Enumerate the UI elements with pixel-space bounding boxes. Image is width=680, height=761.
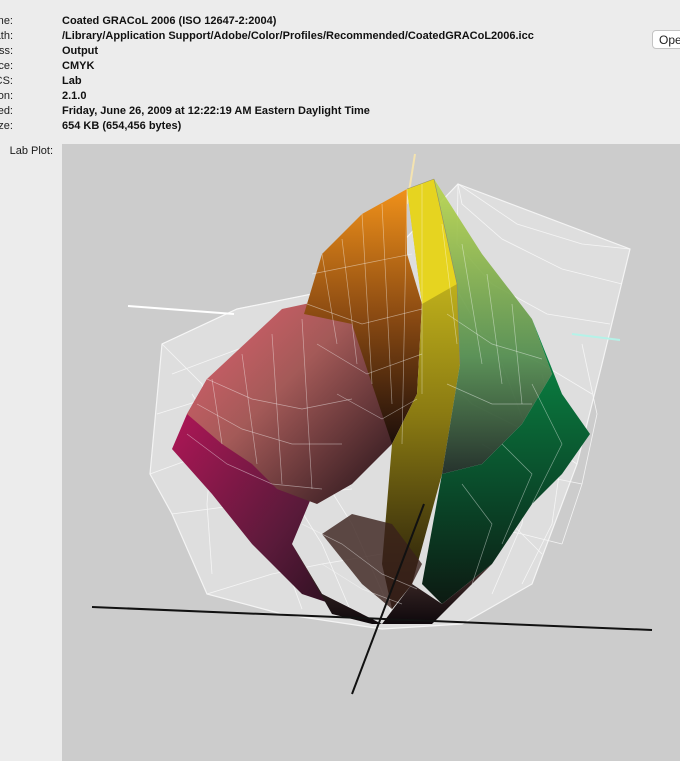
a-axis-negative [127,305,235,315]
version-label: Version: [0,90,13,102]
pcs-value: Lab [62,75,82,87]
class-row: Class: Output [0,45,640,60]
lab-plot-label: Lab Plot: [9,145,53,157]
name-label: Name: [0,15,13,27]
created-row: Created: Friday, June 26, 2009 at 12:22:… [0,105,640,120]
created-label: Created: [0,105,13,117]
created-value: Friday, June 26, 2009 at 12:22:19 AM Eas… [62,105,370,117]
version-row: Version: 2.1.0 [0,90,640,105]
path-row: Path: /Library/Application Support/Adobe… [0,30,640,45]
size-value: 654 KB (654,456 bytes) [62,120,182,132]
version-value: 2.1.0 [62,90,87,102]
space-row: Space: CMYK [0,60,640,75]
pcs-label: PCS: [0,75,13,87]
name-value: Coated GRACoL 2006 (ISO 12647-2:2004) [62,15,277,27]
open-button[interactable]: Ope [652,30,680,49]
space-value: CMYK [62,60,95,72]
lab-plot-canvas[interactable] [62,144,680,761]
class-label: Class: [0,45,13,57]
name-row: Name: Coated GRACoL 2006 (ISO 12647-2:20… [0,15,640,30]
path-label: Path: [0,30,13,42]
class-value: Output [62,45,99,57]
pcs-row: PCS: Lab [0,75,640,90]
space-label: Space: [0,60,13,72]
path-value: /Library/Application Support/Adobe/Color… [62,30,534,42]
size-label: Size: [0,120,13,132]
size-row: Size: 654 KB (654,456 bytes) [0,120,640,135]
lab-gamut-3d-plot[interactable] [62,144,680,761]
